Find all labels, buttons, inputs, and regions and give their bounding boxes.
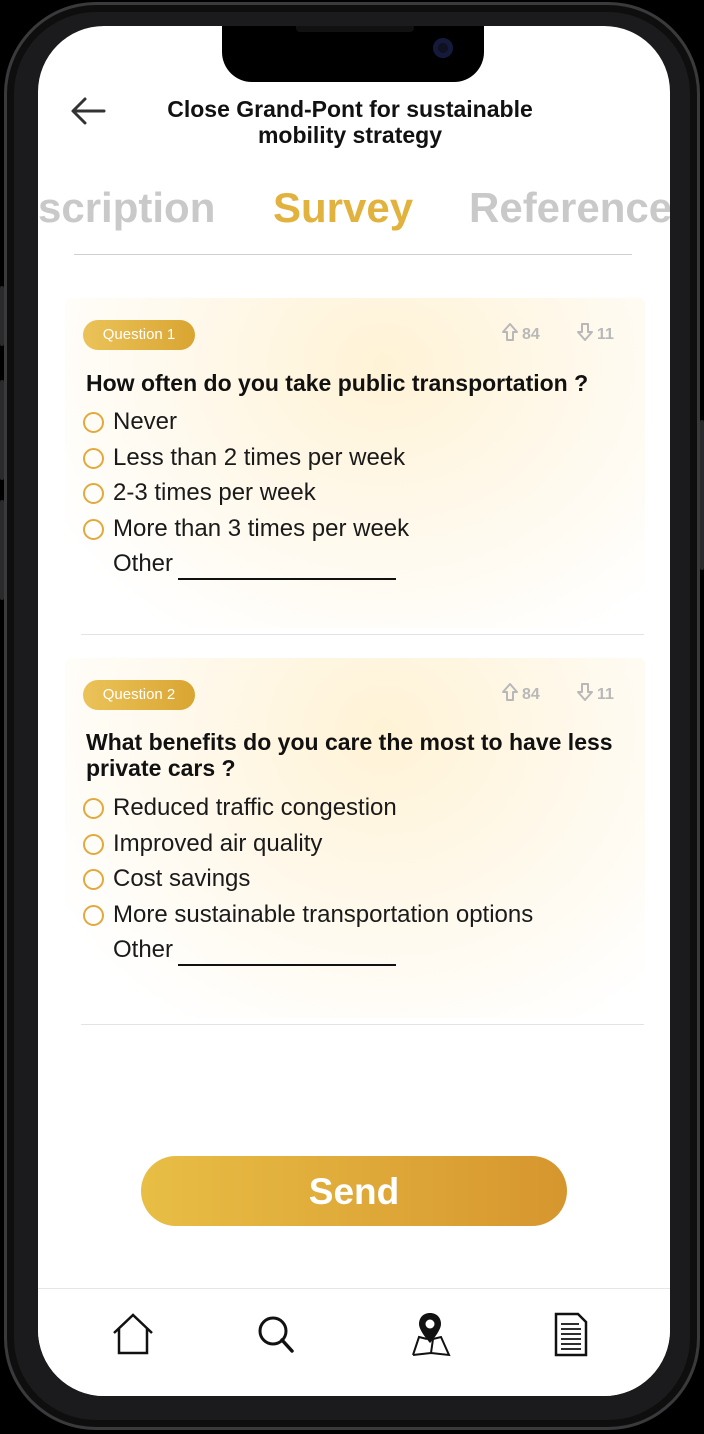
option-label: Improved air quality: [113, 830, 323, 857]
radio-button[interactable]: [83, 412, 104, 433]
nav-home[interactable]: [108, 1309, 158, 1359]
option-label: More than 3 times per week: [113, 515, 410, 542]
radio-button[interactable]: [83, 519, 104, 540]
radio-button[interactable]: [83, 905, 104, 926]
upvote-count: 84: [522, 326, 540, 343]
divider: [81, 634, 644, 635]
nav-map[interactable]: [405, 1309, 455, 1359]
home-icon: [113, 1313, 153, 1355]
arrow-down-icon: [577, 323, 593, 341]
back-button[interactable]: [68, 94, 108, 128]
tabs-divider: [74, 254, 632, 255]
tab-bar: scription Survey Reference: [38, 184, 670, 240]
screen: Close Grand-Pont for sustainable mobilit…: [38, 26, 670, 1396]
radio-button[interactable]: [83, 834, 104, 855]
arrow-down-icon: [577, 683, 593, 701]
radio-button[interactable]: [83, 448, 104, 469]
question-badge: Question 2: [83, 680, 195, 710]
question-card: Question 1 84 11 How often do you take p…: [65, 298, 645, 628]
send-button[interactable]: Send: [141, 1156, 567, 1226]
tab-description[interactable]: scription: [38, 184, 215, 232]
downvote-count: 11: [597, 326, 614, 343]
nav-search[interactable]: [251, 1309, 301, 1359]
arrow-up-icon: [502, 683, 518, 701]
upvote-button[interactable]: 84: [501, 322, 540, 344]
question-text: How often do you take public transportat…: [86, 370, 589, 396]
phone-side-button: [0, 500, 4, 600]
question-badge: Question 1: [83, 320, 195, 350]
other-label: Other: [113, 936, 174, 963]
arrow-up-icon: [502, 323, 518, 341]
nav-documents[interactable]: [546, 1309, 596, 1359]
option-label: Never: [113, 408, 178, 435]
radio-button[interactable]: [83, 483, 104, 504]
phone-side-button: [700, 420, 704, 570]
other-label: Other: [113, 550, 174, 577]
divider: [81, 1024, 644, 1025]
radio-button[interactable]: [83, 798, 104, 819]
document-icon: [554, 1312, 588, 1357]
phone-side-button: [0, 380, 4, 480]
option-label: More sustainable transportation options: [113, 901, 534, 928]
speaker: [296, 26, 414, 32]
search-icon: [258, 1316, 294, 1353]
arrow-left-icon: [71, 97, 106, 125]
option-label: Less than 2 times per week: [113, 444, 406, 471]
tab-survey[interactable]: Survey: [273, 184, 413, 232]
phone-side-button: [0, 286, 4, 346]
question-card: Question 2 84 11 What benefits do you ca…: [65, 658, 645, 1018]
downvote-button[interactable]: 11: [576, 682, 614, 704]
other-input[interactable]: [178, 964, 396, 966]
bottom-nav: [38, 1288, 670, 1396]
tab-references[interactable]: Reference: [469, 184, 670, 232]
notch: [222, 26, 484, 82]
downvote-count: 11: [597, 686, 614, 703]
map-pin-icon: [412, 1313, 451, 1357]
option-label: Cost savings: [113, 865, 251, 892]
option-label: 2-3 times per week: [113, 479, 316, 506]
page-title: Close Grand-Pont for sustainable mobilit…: [167, 96, 533, 148]
radio-button[interactable]: [83, 869, 104, 890]
upvote-button[interactable]: 84: [501, 682, 540, 704]
other-input[interactable]: [178, 578, 396, 580]
question-text: What benefits do you care the most to ha…: [86, 729, 613, 781]
camera: [433, 38, 453, 58]
upvote-count: 84: [522, 686, 540, 703]
option-label: Reduced traffic congestion: [113, 794, 397, 821]
downvote-button[interactable]: 11: [576, 322, 614, 344]
